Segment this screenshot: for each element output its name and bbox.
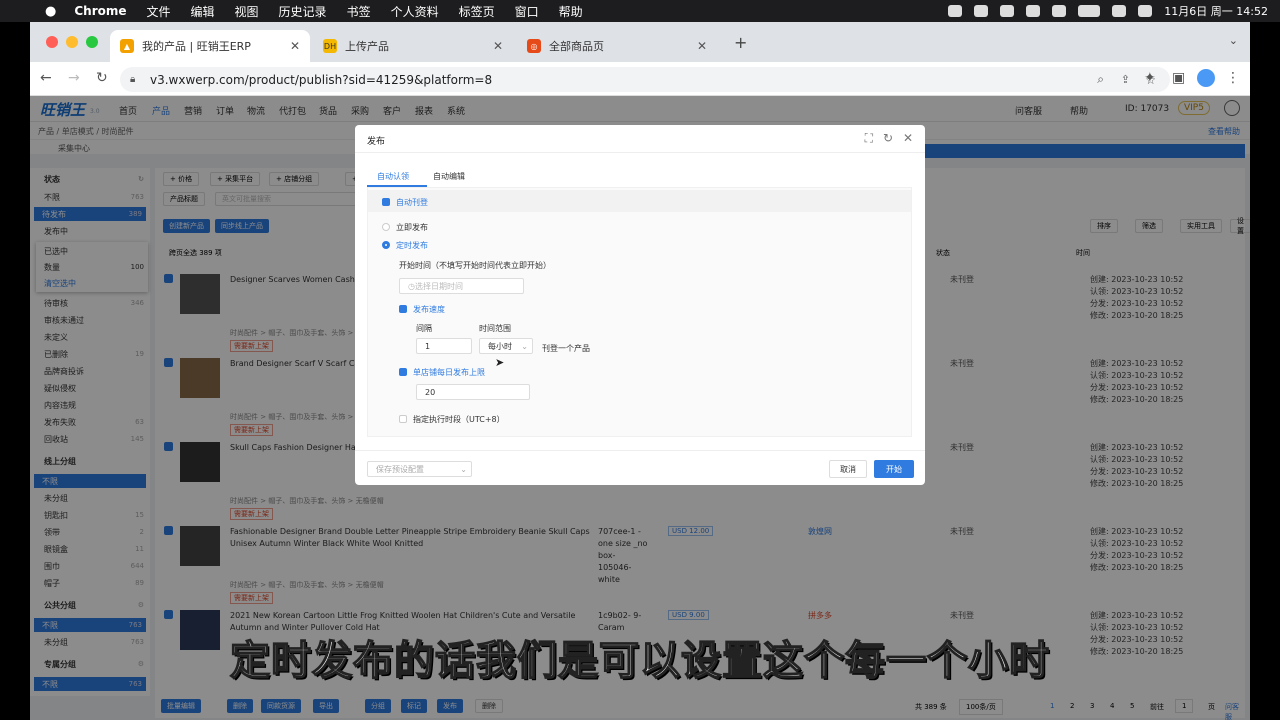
range-value: 每小时 bbox=[488, 341, 512, 351]
menu-item[interactable]: 文件 bbox=[147, 3, 171, 20]
daily-limit-label[interactable]: 单店铺每日发布上限 bbox=[413, 367, 485, 378]
extensions-icon[interactable]: ✦ bbox=[1144, 70, 1156, 86]
start-time-label: 开始时间（不填写开始时间代表立即开始） bbox=[399, 261, 551, 270]
reload-icon[interactable]: ↻ bbox=[96, 70, 108, 86]
mac-menu-bar: ● Chrome 文件 编辑 视图 历史记录 书签 个人资料 标签页 窗口 帮助… bbox=[0, 0, 1280, 22]
daily-limit-checkbox[interactable] bbox=[399, 367, 407, 376]
auto-publish-checkbox[interactable] bbox=[382, 197, 390, 206]
close-tab-icon[interactable]: ✕ bbox=[697, 39, 707, 53]
lock-icon: 🔒︎ bbox=[130, 74, 136, 85]
wechat-icon[interactable] bbox=[1052, 5, 1067, 17]
wxw-favicon-icon: ▲ bbox=[120, 39, 134, 53]
tab-label: 全部商品页 bbox=[549, 40, 604, 53]
emoji-icon[interactable] bbox=[1000, 5, 1015, 17]
range-select[interactable]: 每小时 ⌄ bbox=[479, 338, 533, 354]
menu-item[interactable]: 帮助 bbox=[559, 3, 583, 20]
auto-publish-label[interactable]: 自动刊登 bbox=[396, 197, 428, 208]
menu-item[interactable]: 历史记录 bbox=[279, 3, 327, 20]
date-placeholder: 选择日期时间 bbox=[414, 281, 463, 291]
refresh-icon[interactable]: ↻ bbox=[883, 131, 893, 145]
tab-all-products[interactable]: ◎ 全部商品页 ✕ bbox=[517, 30, 717, 62]
close-tab-icon[interactable]: ✕ bbox=[290, 39, 300, 53]
profile-avatar[interactable] bbox=[1197, 69, 1215, 87]
dialog-header: 发布 ⛶ ↻ ✕ bbox=[355, 125, 925, 153]
menu-item[interactable]: 编辑 bbox=[191, 3, 215, 20]
speed-label[interactable]: 发布速度 bbox=[413, 304, 445, 315]
forward-icon[interactable]: → bbox=[68, 70, 80, 86]
start-datetime-input[interactable]: ◷ 选择日期时间 bbox=[399, 278, 524, 294]
auto-publish-row bbox=[368, 190, 911, 212]
menu-item[interactable]: 书签 bbox=[347, 3, 371, 20]
scheduled-label[interactable]: 定时发布 bbox=[396, 240, 428, 251]
input-method-icon[interactable] bbox=[1026, 5, 1041, 17]
apple-icon[interactable]: ● bbox=[45, 4, 56, 19]
close-icon[interactable]: ✕ bbox=[903, 131, 913, 145]
menu-item[interactable]: 窗口 bbox=[515, 3, 539, 20]
period-checkbox[interactable] bbox=[399, 414, 407, 423]
close-window-button[interactable] bbox=[46, 36, 58, 48]
fullscreen-icon[interactable]: ⛶ bbox=[865, 131, 873, 146]
maximize-window-button[interactable] bbox=[86, 36, 98, 48]
battery-icon[interactable] bbox=[1078, 5, 1101, 17]
chevron-down-icon: ⌄ bbox=[460, 464, 467, 474]
preset-select[interactable]: 保存预设配置 ⌄ bbox=[367, 461, 472, 477]
scheduled-radio[interactable] bbox=[382, 240, 390, 249]
dh-favicon-icon: DH bbox=[323, 39, 337, 53]
menu-item[interactable]: 个人资料 bbox=[391, 3, 439, 20]
cancel-button[interactable]: 取消 bbox=[829, 460, 867, 478]
publish-settings-panel: 自动刊登 立即发布 定时发布 开始时间（不填写开始时间代表立即开始） ◷ 选择日… bbox=[367, 187, 912, 437]
dialog-title: 发布 bbox=[367, 137, 386, 147]
chevron-down-icon: ⌄ bbox=[521, 341, 528, 351]
wifi-icon[interactable] bbox=[1112, 5, 1127, 17]
menu-app-name[interactable]: Chrome bbox=[74, 4, 126, 18]
tab-auto-edit[interactable]: 自动编辑 bbox=[433, 171, 465, 182]
interval-input[interactable]: 1 bbox=[416, 338, 472, 354]
daily-limit-input[interactable]: 20 bbox=[416, 384, 530, 400]
minimize-window-button[interactable] bbox=[66, 36, 78, 48]
control-center-icon[interactable] bbox=[1138, 5, 1153, 17]
footer-divider bbox=[355, 450, 925, 451]
close-tab-icon[interactable]: ✕ bbox=[493, 39, 503, 53]
mouse-cursor-icon: ➤ bbox=[495, 356, 505, 369]
range-label: 时间范围 bbox=[479, 324, 511, 333]
url-text: v3.wxwerp.com/product/publish?sid=41259&… bbox=[150, 72, 493, 87]
tab-label: 我的产品 | 旺销王ERP bbox=[142, 40, 251, 53]
tiktok-icon[interactable] bbox=[974, 5, 989, 17]
interval-label: 间隔 bbox=[416, 324, 432, 333]
per-product-label: 刊登一个产品 bbox=[542, 344, 590, 353]
new-tab-icon[interactable]: + bbox=[734, 33, 747, 52]
preset-label: 保存预设配置 bbox=[376, 464, 424, 474]
record-icon[interactable] bbox=[948, 5, 963, 17]
speed-checkbox[interactable] bbox=[399, 304, 407, 313]
chrome-menu-icon[interactable]: ⋮ bbox=[1226, 70, 1240, 86]
immediate-label[interactable]: 立即发布 bbox=[396, 222, 428, 233]
period-label[interactable]: 指定执行时段（UTC+8） bbox=[413, 414, 505, 425]
clock-icon: ◷ bbox=[408, 281, 415, 291]
store-favicon-icon: ◎ bbox=[527, 39, 541, 53]
menu-item[interactable]: 视图 bbox=[235, 3, 259, 20]
immediate-radio[interactable] bbox=[382, 222, 390, 231]
address-bar: ← → ↻ 🔒︎ v3.wxwerp.com/product/publish?s… bbox=[30, 62, 1250, 96]
sidepanel-icon[interactable]: ▣ bbox=[1172, 70, 1185, 86]
share-icon[interactable]: ⇪ bbox=[1121, 73, 1130, 86]
menu-clock[interactable]: 11月6日 周一 14:52 bbox=[1164, 3, 1268, 19]
publish-dialog: 发布 ⛶ ↻ ✕ 自动认领 自动编辑 自动刊登 立即发布 定时发布 开始时间（不… bbox=[355, 125, 925, 485]
menu-item[interactable]: 标签页 bbox=[459, 3, 495, 20]
back-icon[interactable]: ← bbox=[40, 70, 52, 86]
video-caption: 定时发布的话我们是可以设置这个每一个小时 bbox=[229, 637, 1050, 685]
zoom-icon[interactable]: ⌕ bbox=[1097, 72, 1104, 87]
tab-search-chevron-icon[interactable]: ⌄ bbox=[1229, 34, 1238, 47]
tab-bar: ▲ 我的产品 | 旺销王ERP ✕ DH 上传产品 ✕ ◎ 全部商品页 ✕ + … bbox=[30, 22, 1250, 62]
tab-auto-claim[interactable]: 自动认领 bbox=[377, 171, 409, 182]
url-field[interactable]: 🔒︎ v3.wxwerp.com/product/publish?sid=412… bbox=[120, 67, 1170, 92]
start-button[interactable]: 开始 bbox=[874, 460, 914, 478]
tab-upload-product[interactable]: DH 上传产品 ✕ bbox=[313, 30, 513, 62]
tab-my-products[interactable]: ▲ 我的产品 | 旺销王ERP ✕ bbox=[110, 30, 310, 62]
tab-label: 上传产品 bbox=[345, 40, 389, 53]
